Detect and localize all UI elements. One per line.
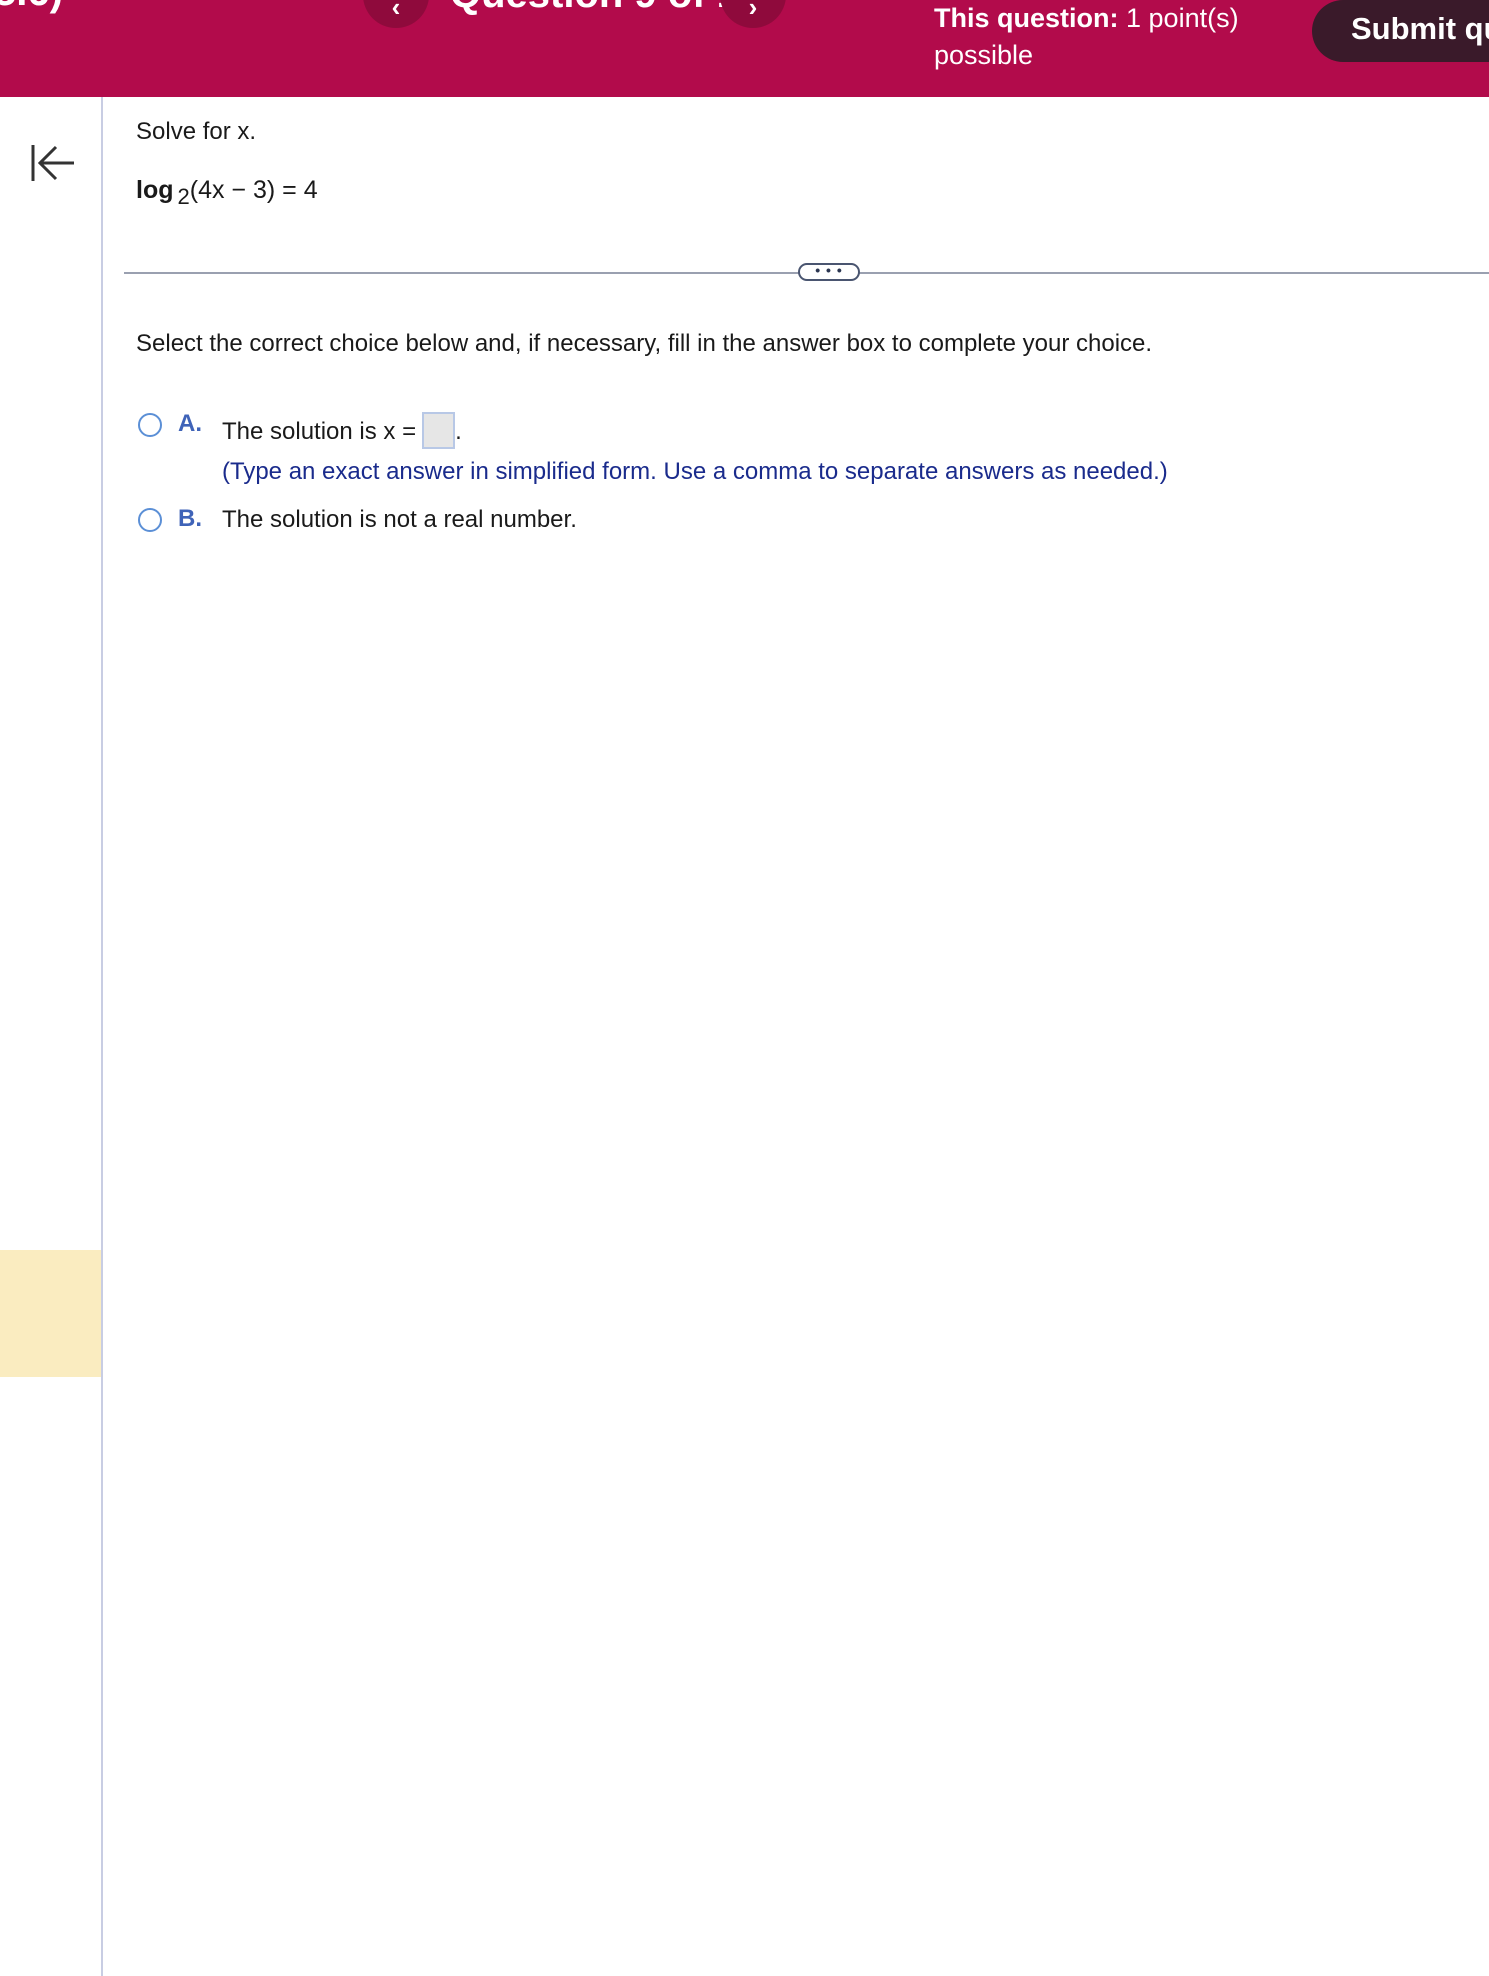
highlight-marker [0, 1250, 101, 1377]
choice-a-radio[interactable] [138, 413, 162, 437]
question-counter: Question 9 of 15 [450, 0, 761, 17]
submit-quiz-button[interactable]: Submit quiz [1312, 0, 1489, 62]
question-prompt: Solve for x. [136, 118, 257, 145]
answer-input[interactable] [422, 412, 456, 449]
chevron-right-icon: › [748, 0, 758, 22]
section-title: 5.6) [0, 0, 63, 15]
quiz-page: 5.6) ‹ Question 9 of 15 › This question:… [0, 0, 1489, 1976]
choice-b-radio[interactable] [138, 508, 162, 532]
quiz-header: 5.6) ‹ Question 9 of 15 › This question:… [0, 0, 1489, 97]
more-options-button[interactable]: • • • [798, 263, 860, 281]
chevron-left-icon: ‹ [391, 0, 401, 22]
choice-b-text: The solution is not a real number. [222, 506, 577, 533]
choice-instructions: Select the correct choice below and, if … [136, 330, 1153, 357]
choice-a-text: The solution is x =. (Type an exact answ… [222, 412, 1168, 487]
choice-a[interactable]: A. The solution is x =. (Type an exact a… [138, 410, 1168, 487]
next-question-button[interactable]: › [720, 0, 786, 28]
points-info: This question: 1 point(s) possible [934, 0, 1264, 74]
equation-log: log [136, 176, 174, 204]
question-equation: log 2(4x − 3) = 4 [136, 176, 318, 209]
points-value: 1 point(s) [1126, 3, 1239, 33]
points-label: This question: [934, 3, 1119, 33]
choice-a-letter: A. [178, 410, 202, 437]
answer-format-hint: (Type an exact answer in simplified form… [222, 458, 1168, 485]
previous-question-button[interactable]: ‹ [363, 0, 429, 28]
choice-b[interactable]: B. The solution is not a real number. [138, 505, 577, 535]
choice-a-period: . [455, 417, 462, 445]
choice-b-letter: B. [178, 505, 202, 532]
equation-base: 2 [177, 184, 190, 209]
choice-a-label: The solution is x = [222, 417, 417, 445]
left-rail [0, 97, 103, 1976]
equation-rest: (4x − 3) = 4 [189, 176, 318, 204]
points-suffix: possible [934, 40, 1034, 70]
collapse-left-icon[interactable] [28, 139, 76, 187]
